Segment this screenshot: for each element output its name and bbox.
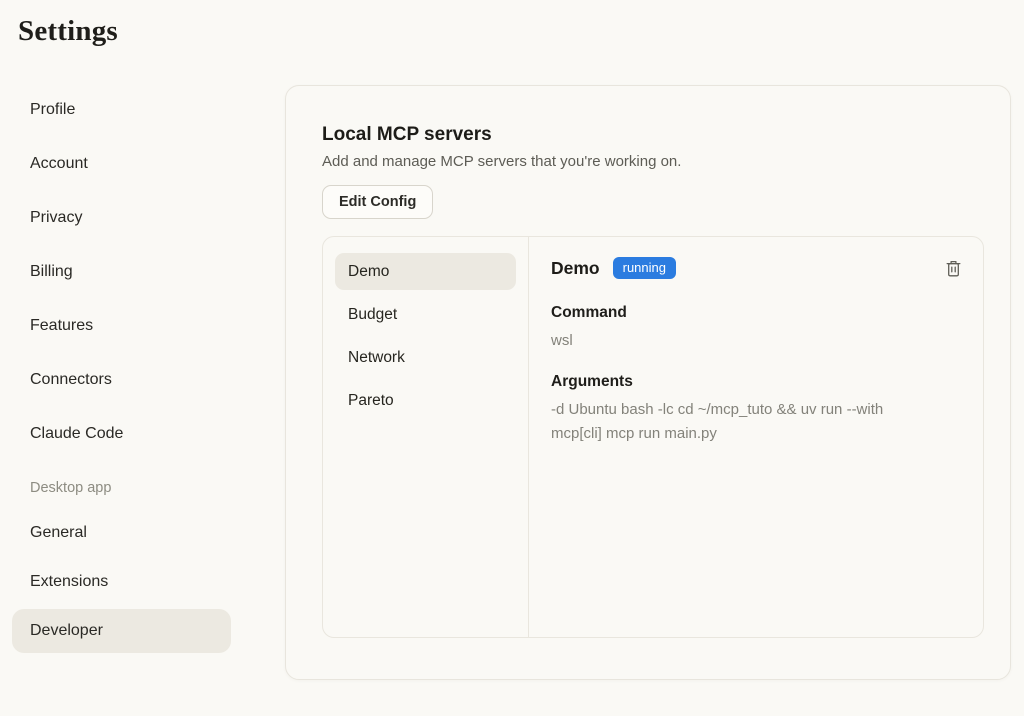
edit-config-button[interactable]: Edit Config <box>322 185 433 219</box>
server-list-item-network[interactable]: Network <box>335 339 516 376</box>
command-value: wsl <box>551 329 923 352</box>
sidebar-item-developer[interactable]: Developer <box>12 609 231 653</box>
page-title: Settings <box>18 15 118 48</box>
sidebar-item-profile[interactable]: Profile <box>12 90 231 130</box>
arguments-label: Arguments <box>551 373 963 391</box>
server-list-item-budget[interactable]: Budget <box>335 296 516 333</box>
sidebar-section-desktop-app: Desktop app <box>12 478 231 498</box>
arguments-value: -d Ubuntu bash -lc cd ~/mcp_tuto && uv r… <box>551 398 923 445</box>
command-label: Command <box>551 304 963 322</box>
sidebar-item-connectors[interactable]: Connectors <box>12 360 231 400</box>
trash-icon <box>946 260 961 277</box>
server-list-item-demo[interactable]: Demo <box>335 253 516 290</box>
developer-settings-card: Local MCP servers Add and manage MCP ser… <box>285 85 1011 680</box>
status-badge: running <box>613 257 676 279</box>
server-detail-pane: Demo running Command w <box>529 237 983 637</box>
settings-sidebar: Profile Account Privacy Billing Features… <box>12 90 231 658</box>
delete-server-button[interactable] <box>944 258 963 279</box>
section-heading: Local MCP servers <box>322 124 982 146</box>
sidebar-item-general[interactable]: General <box>12 511 231 555</box>
sidebar-item-privacy[interactable]: Privacy <box>12 198 231 238</box>
sidebar-item-claude-code[interactable]: Claude Code <box>12 414 231 454</box>
mcp-servers-panel: Demo Budget Network Pareto Demo running <box>322 236 984 638</box>
section-description: Add and manage MCP servers that you're w… <box>322 153 982 170</box>
sidebar-item-billing[interactable]: Billing <box>12 252 231 292</box>
server-name: Demo <box>551 258 600 279</box>
sidebar-item-features[interactable]: Features <box>12 306 231 346</box>
sidebar-item-account[interactable]: Account <box>12 144 231 184</box>
server-detail-header: Demo running <box>551 257 963 279</box>
server-list: Demo Budget Network Pareto <box>323 237 529 637</box>
sidebar-item-extensions[interactable]: Extensions <box>12 560 231 604</box>
server-list-item-pareto[interactable]: Pareto <box>335 382 516 419</box>
